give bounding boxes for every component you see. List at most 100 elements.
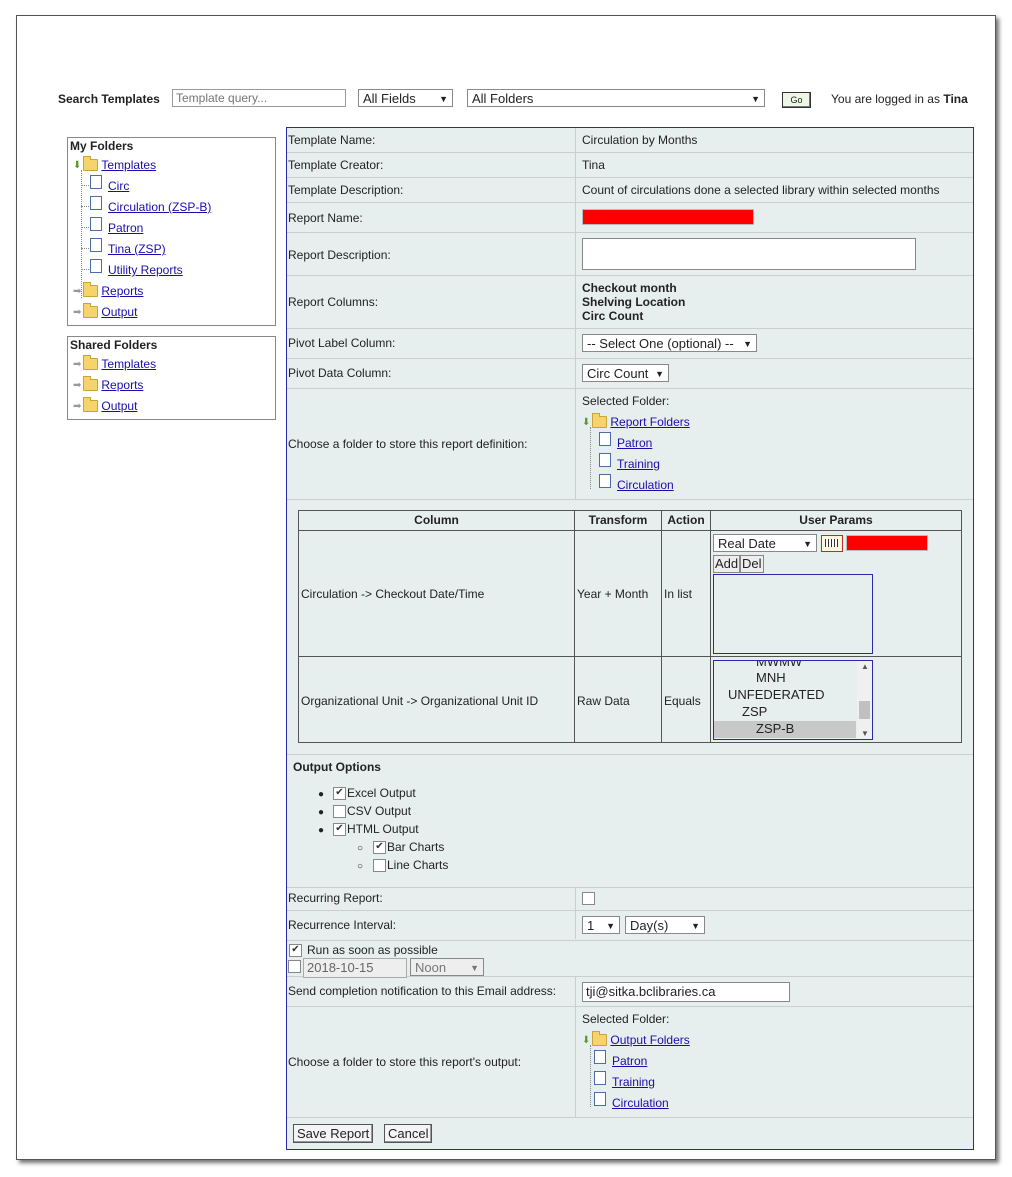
recurring-checkbox[interactable] bbox=[582, 892, 595, 905]
calendar-icon[interactable] bbox=[821, 535, 843, 552]
template-search-input[interactable] bbox=[172, 89, 346, 107]
template-creator-row: Template Creator: Tina bbox=[287, 153, 973, 178]
collapsed-arrow-icon[interactable]: ➡ bbox=[73, 380, 81, 391]
org-unit-option[interactable]: MNH bbox=[756, 670, 786, 685]
pivot-label-select[interactable]: -- Select One (optional) -- ▼ bbox=[582, 334, 757, 352]
del-button[interactable]: Del bbox=[740, 555, 764, 573]
date-input[interactable] bbox=[846, 535, 928, 551]
template-item-link[interactable]: Tina (ZSP) bbox=[108, 242, 166, 256]
csv-output-checkbox[interactable] bbox=[333, 804, 346, 818]
my-output-link[interactable]: Output bbox=[101, 305, 137, 319]
pivot-data-select[interactable]: Circ Count ▼ bbox=[582, 364, 669, 382]
my-reports-node[interactable]: ➡ Reports bbox=[73, 282, 143, 298]
output-folder-item[interactable]: Circulation bbox=[590, 1092, 669, 1110]
org-unit-option[interactable]: ZSP bbox=[742, 704, 767, 719]
schedule-date-input[interactable]: 2018-10-15 bbox=[303, 958, 407, 978]
report-folder-item[interactable]: Training bbox=[590, 453, 660, 471]
report-folders-node[interactable]: ⬇ Report Folders bbox=[582, 413, 690, 429]
line-charts-option[interactable]: Line Charts bbox=[373, 858, 448, 872]
date-type-select[interactable]: Real Date ▼ bbox=[713, 534, 817, 552]
shared-templates-link[interactable]: Templates bbox=[101, 357, 156, 371]
template-item-link[interactable]: Circ bbox=[108, 179, 129, 193]
report-description-input[interactable] bbox=[582, 238, 916, 270]
my-reports-link[interactable]: Reports bbox=[101, 284, 143, 298]
output-folder-item[interactable]: Training bbox=[590, 1071, 655, 1089]
shared-reports-link[interactable]: Reports bbox=[101, 378, 143, 392]
document-icon bbox=[90, 217, 102, 231]
report-folder-link[interactable]: Patron bbox=[617, 436, 652, 450]
bar-charts-option[interactable]: ✔ Bar Charts bbox=[373, 840, 444, 854]
scroll-down-icon[interactable]: ▼ bbox=[861, 729, 869, 738]
report-folder-link[interactable]: Circulation bbox=[617, 478, 674, 492]
add-button[interactable]: Add bbox=[713, 555, 741, 573]
interval-unit-select[interactable]: Day(s) ▼ bbox=[625, 916, 705, 934]
template-item-link[interactable]: Utility Reports bbox=[108, 263, 183, 277]
shared-folders-title: Shared Folders bbox=[70, 338, 158, 352]
excel-output-checkbox[interactable]: ✔ bbox=[333, 786, 346, 800]
report-folder-item[interactable]: Patron bbox=[590, 432, 652, 450]
output-folder-link[interactable]: Training bbox=[612, 1075, 655, 1089]
line-charts-checkbox[interactable] bbox=[373, 858, 386, 872]
document-icon bbox=[90, 175, 102, 189]
template-item[interactable]: Tina (ZSP) bbox=[81, 238, 166, 256]
template-item[interactable]: Circulation (ZSP-B) bbox=[81, 196, 211, 214]
html-output-option[interactable]: ✔ HTML Output bbox=[333, 822, 419, 836]
report-folder-item[interactable]: Circulation bbox=[590, 474, 674, 492]
my-output-node[interactable]: ➡ Output bbox=[73, 303, 137, 319]
report-name-label: Report Name: bbox=[288, 211, 363, 225]
expand-arrow-icon[interactable]: ⬇ bbox=[582, 1035, 590, 1046]
output-folder-link[interactable]: Circulation bbox=[612, 1096, 669, 1110]
org-unit-list[interactable]: MWMW MNH UNFEDERATED ZSP ZSP-B ▲ ▼ bbox=[713, 660, 873, 740]
my-templates-link[interactable]: Templates bbox=[101, 158, 156, 172]
org-unit-option-selected[interactable]: ZSP-B bbox=[714, 721, 856, 738]
html-output-checkbox[interactable]: ✔ bbox=[333, 822, 346, 836]
report-folders-link[interactable]: Report Folders bbox=[610, 415, 689, 429]
template-item-link[interactable]: Patron bbox=[108, 221, 143, 235]
output-options-title: Output Options bbox=[293, 760, 381, 774]
shared-output-link[interactable]: Output bbox=[101, 399, 137, 413]
template-item-link[interactable]: Circulation (ZSP-B) bbox=[108, 200, 211, 214]
csv-output-option[interactable]: CSV Output bbox=[333, 804, 411, 818]
report-name-input[interactable] bbox=[582, 209, 754, 225]
shared-templates-node[interactable]: ➡ Templates bbox=[73, 355, 156, 371]
schedule-date-checkbox[interactable] bbox=[288, 960, 301, 973]
scrollbar-thumb[interactable] bbox=[859, 701, 870, 719]
template-name-value: Circulation by Months bbox=[582, 133, 698, 147]
fields-select[interactable]: All Fields ▼ bbox=[358, 89, 453, 107]
save-report-button[interactable]: Save Report bbox=[293, 1124, 374, 1143]
collapsed-arrow-icon[interactable]: ➡ bbox=[73, 307, 81, 318]
run-asap-option[interactable]: ✔ Run as soon as possible bbox=[289, 943, 438, 957]
list-scrollbar[interactable]: ▲ ▼ bbox=[857, 661, 872, 739]
shared-reports-node[interactable]: ➡ Reports bbox=[73, 376, 143, 392]
template-item[interactable]: Utility Reports bbox=[81, 259, 183, 277]
template-item[interactable]: Circ bbox=[81, 175, 129, 193]
shared-output-node[interactable]: ➡ Output bbox=[73, 397, 137, 413]
my-templates-node[interactable]: ⬇ Templates bbox=[73, 156, 156, 172]
interval-number-select[interactable]: 1 ▼ bbox=[582, 916, 620, 934]
expand-arrow-icon[interactable]: ⬇ bbox=[73, 160, 81, 171]
output-folders-link[interactable]: Output Folders bbox=[610, 1033, 689, 1047]
collapsed-arrow-icon[interactable]: ➡ bbox=[73, 401, 81, 412]
email-input[interactable]: tji@sitka.bclibraries.ca bbox=[582, 982, 790, 1002]
folder-icon bbox=[83, 355, 99, 370]
output-folder-link[interactable]: Patron bbox=[612, 1054, 647, 1068]
output-folder-item[interactable]: Patron bbox=[590, 1050, 647, 1068]
template-item[interactable]: Patron bbox=[81, 217, 143, 235]
go-button[interactable]: Go bbox=[782, 92, 811, 108]
expand-arrow-icon[interactable]: ⬇ bbox=[582, 417, 590, 428]
bar-charts-checkbox[interactable]: ✔ bbox=[373, 840, 386, 854]
schedule-time-select[interactable]: Noon ▼ bbox=[410, 958, 484, 976]
collapsed-arrow-icon[interactable]: ➡ bbox=[73, 359, 81, 370]
org-unit-option[interactable]: MWMW bbox=[756, 661, 802, 669]
output-folders-node[interactable]: ⬇ Output Folders bbox=[582, 1031, 690, 1047]
pivot-label-label: Pivot Label Column: bbox=[288, 336, 396, 350]
cancel-button[interactable]: Cancel bbox=[384, 1124, 433, 1143]
collapsed-arrow-icon[interactable]: ➡ bbox=[73, 286, 81, 297]
date-values-list[interactable] bbox=[713, 574, 873, 654]
run-asap-checkbox[interactable]: ✔ bbox=[289, 943, 302, 957]
folders-select[interactable]: All Folders ▼ bbox=[467, 89, 765, 107]
org-unit-option[interactable]: UNFEDERATED bbox=[728, 687, 825, 702]
scroll-up-icon[interactable]: ▲ bbox=[861, 662, 869, 671]
excel-output-option[interactable]: ✔ Excel Output bbox=[333, 786, 416, 800]
report-folder-link[interactable]: Training bbox=[617, 457, 660, 471]
